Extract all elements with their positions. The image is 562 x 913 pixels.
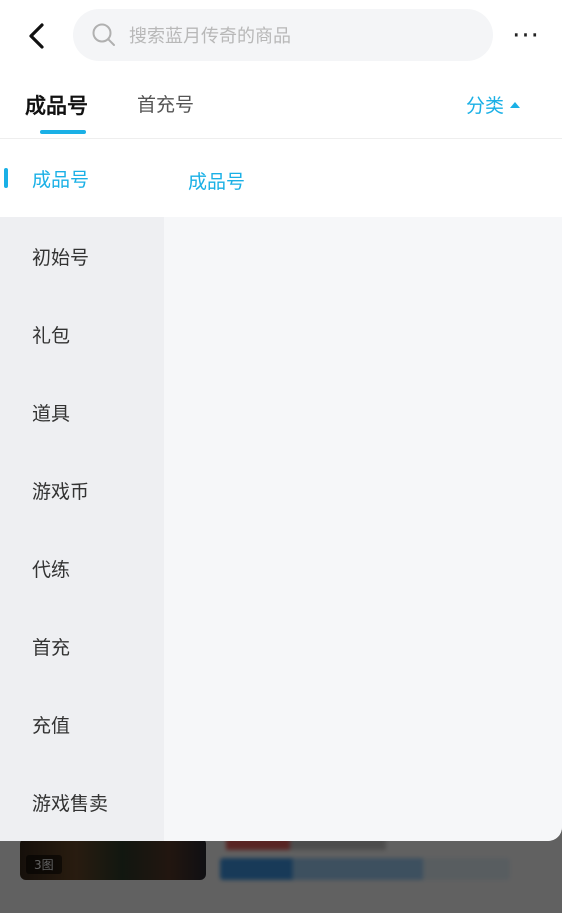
tab-first-recharge-account[interactable]: 首充号 bbox=[137, 90, 194, 117]
search-icon bbox=[91, 22, 117, 48]
caret-up-icon bbox=[510, 101, 521, 108]
subcategory-item-finished-account[interactable]: 成品号 bbox=[188, 167, 245, 194]
search-input[interactable]: 搜索蓝月传奇的商品 bbox=[73, 9, 493, 61]
sidebar-item-game-sale[interactable]: 游戏售卖 bbox=[0, 763, 164, 841]
sidebar-item-finished-account[interactable]: 成品号 bbox=[0, 139, 164, 217]
sidebar-item-label: 礼包 bbox=[32, 324, 71, 347]
sidebar-item-label: 初始号 bbox=[32, 246, 90, 269]
more-dots-icon: ··· bbox=[512, 21, 540, 51]
top-bar: 搜索蓝月传奇的商品 ··· bbox=[0, 0, 562, 72]
sidebar-item-game-currency[interactable]: 游戏币 bbox=[0, 451, 164, 529]
category-toggle-label: 分类 bbox=[466, 95, 505, 117]
sidebar-item-items[interactable]: 道具 bbox=[0, 373, 164, 451]
sidebar-item-label: 成品号 bbox=[32, 168, 90, 191]
sidebar-item-top-up[interactable]: 充值 bbox=[0, 685, 164, 763]
more-button[interactable]: ··· bbox=[500, 14, 552, 58]
category-sidebar: 成品号 初始号 礼包 道具 游戏币 代练 首充 充值 游戏售卖 bbox=[0, 139, 164, 841]
subcategory-row: 成品号 bbox=[164, 139, 562, 217]
sidebar-item-label: 游戏售卖 bbox=[32, 792, 109, 815]
search-placeholder: 搜索蓝月传奇的商品 bbox=[129, 26, 291, 47]
category-toggle-button[interactable]: 分类 bbox=[466, 91, 521, 118]
tab-finished-account[interactable]: 成品号 bbox=[25, 90, 88, 120]
sidebar-item-initial-account[interactable]: 初始号 bbox=[0, 217, 164, 295]
sidebar-item-label: 代练 bbox=[32, 558, 71, 581]
tab-bar: 成品号 首充号 分类 bbox=[0, 72, 562, 139]
sidebar-active-indicator bbox=[4, 168, 8, 188]
sidebar-item-gift-pack[interactable]: 礼包 bbox=[0, 295, 164, 373]
sidebar-item-label: 首充 bbox=[32, 636, 71, 659]
category-panel: 成品号 初始号 礼包 道具 游戏币 代练 首充 充值 游戏售卖 成品号 bbox=[0, 139, 562, 841]
sidebar-item-boosting[interactable]: 代练 bbox=[0, 529, 164, 607]
chevron-left-icon bbox=[29, 23, 44, 49]
subcategory-area: 成品号 bbox=[164, 139, 562, 841]
sidebar-item-first-recharge[interactable]: 首充 bbox=[0, 607, 164, 685]
sidebar-item-label: 道具 bbox=[32, 402, 71, 425]
back-button[interactable] bbox=[14, 14, 58, 58]
sidebar-item-label: 充值 bbox=[32, 714, 71, 737]
sidebar-item-label: 游戏币 bbox=[32, 480, 90, 503]
active-tab-indicator bbox=[40, 130, 86, 134]
